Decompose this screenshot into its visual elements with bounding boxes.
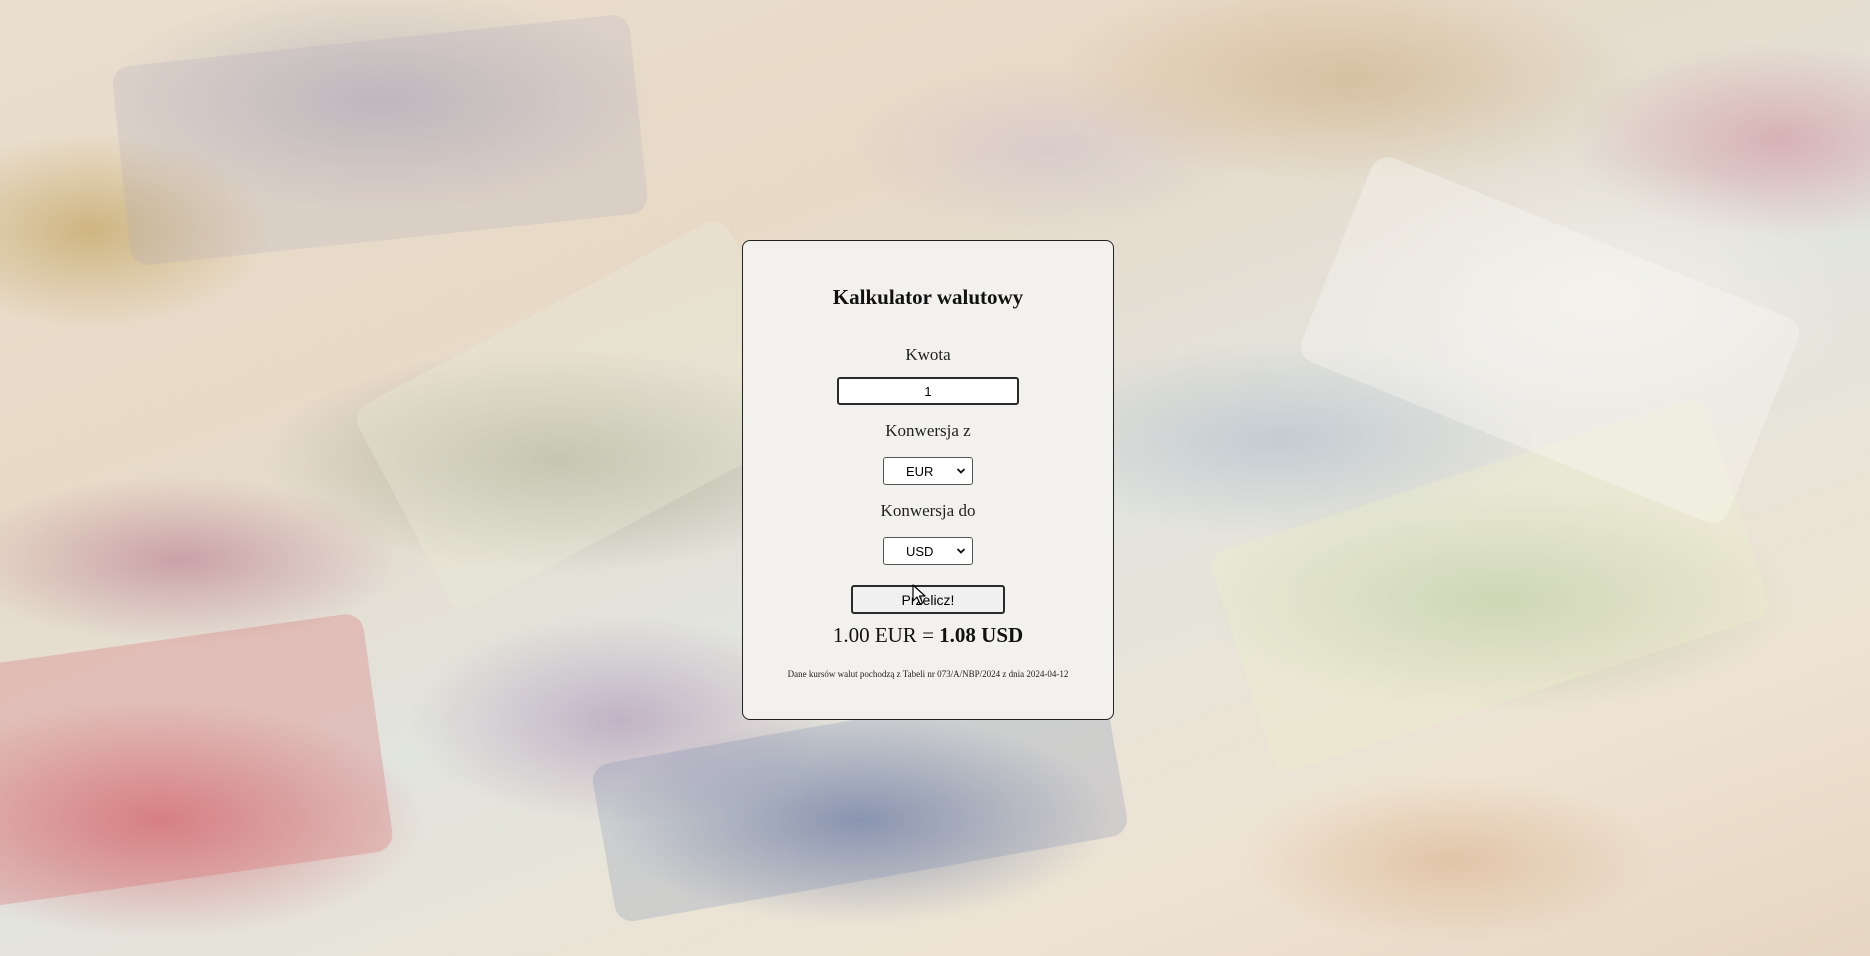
amount-input[interactable] [837,377,1019,405]
from-currency-value: EUR [906,463,934,479]
rates-source-note: Dane kursów walut pochodzą z Tabeli nr 0… [787,669,1069,679]
to-currency-select[interactable]: USD [883,537,973,565]
result-equals-sign: = [922,623,934,647]
conversion-result: 1.00 EUR = 1.08 USD [743,623,1113,648]
background-banknote [110,13,650,267]
chevron-down-icon [956,468,966,474]
amount-label: Kwota [905,345,951,364]
chevron-down-icon [956,548,966,554]
result-to-amount: 1.08 USD [939,623,1024,647]
calculate-button[interactable]: Przelicz! [851,585,1005,614]
background-banknote [0,611,395,909]
result-from-amount: 1.00 EUR [832,623,917,647]
to-currency-value: USD [906,543,934,559]
from-currency-label: Konwersja z [885,421,971,440]
cursor-arrow-icon [912,584,926,605]
page-title: Kalkulator walutowy [832,285,1024,309]
from-currency-select[interactable]: EUR [883,457,973,485]
currency-calculator-card: Kalkulator walutowy Kwota Konwersja z EU… [742,240,1114,720]
to-currency-label: Konwersja do [880,501,976,520]
